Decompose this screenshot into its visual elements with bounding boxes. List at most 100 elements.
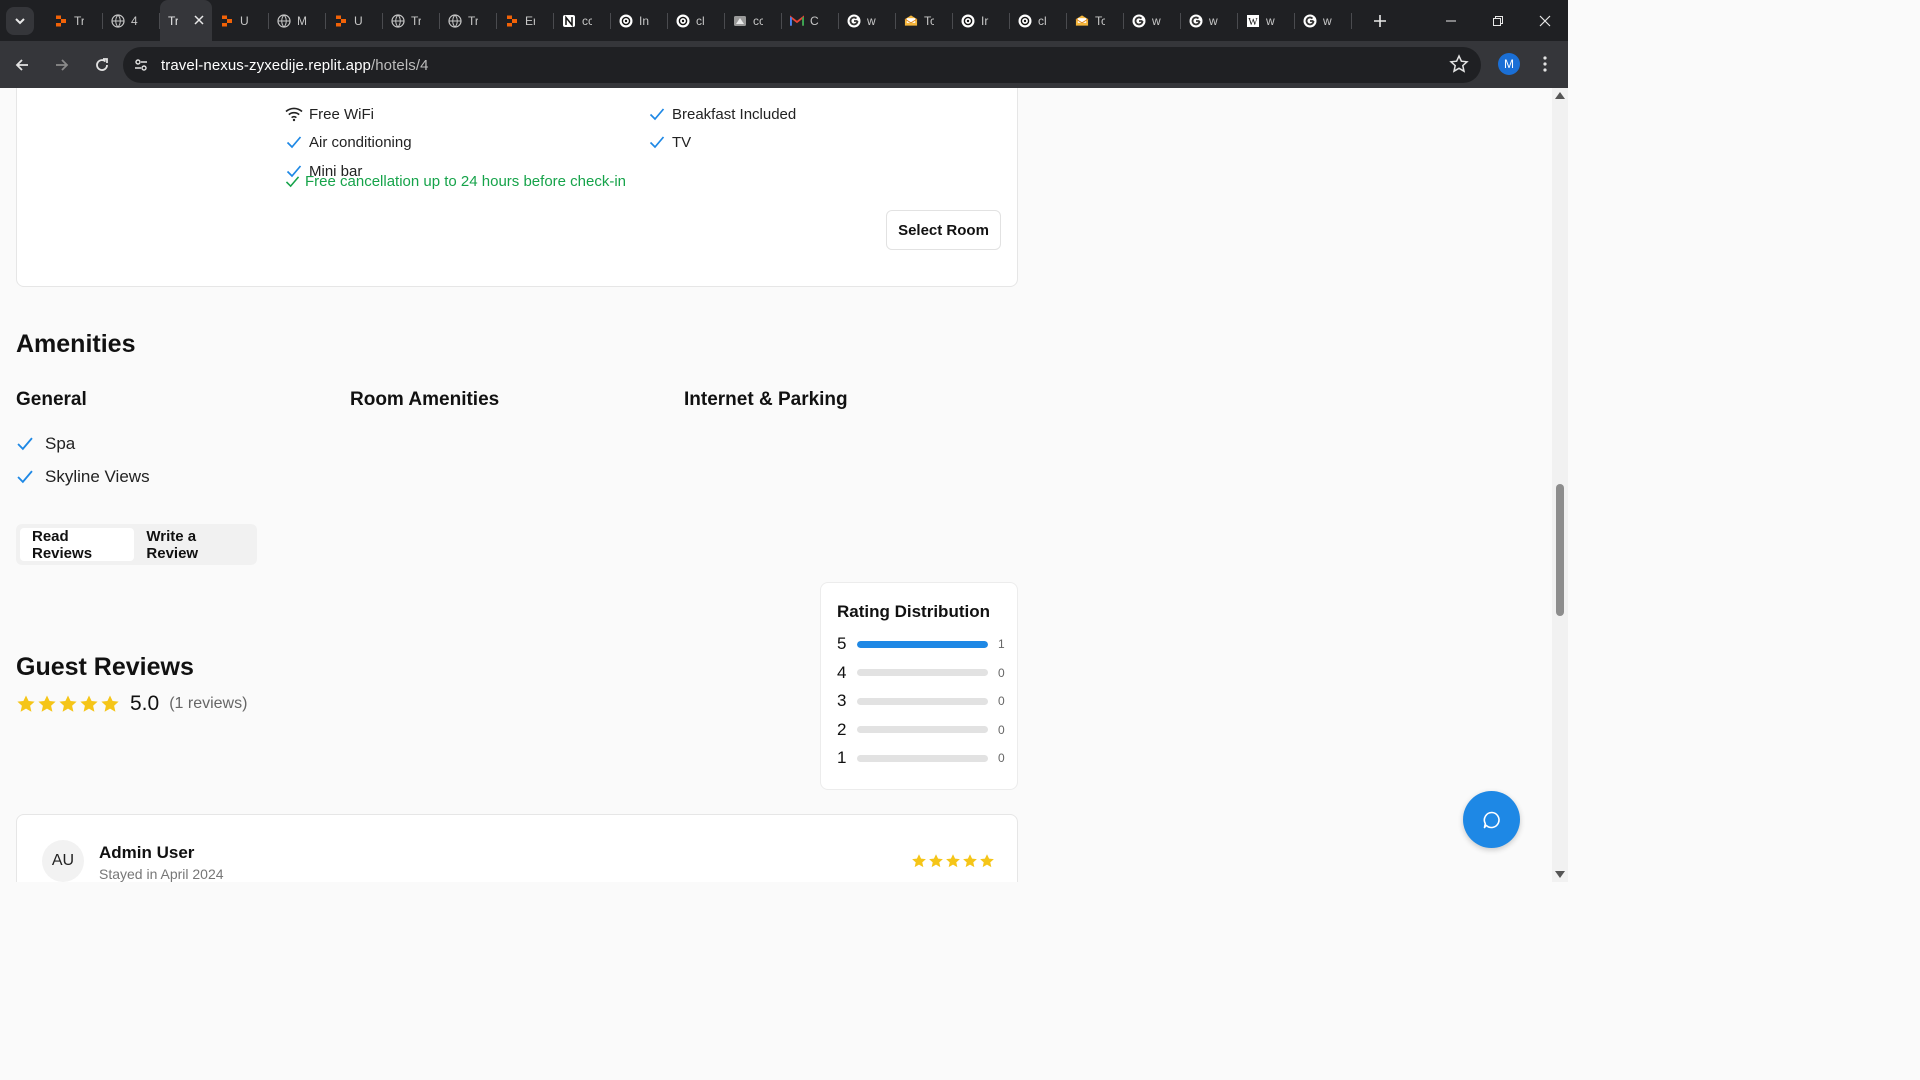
amenity-column-heading: General [16,389,87,410]
browser-tab[interactable]: M [269,0,326,41]
browser-tab[interactable]: Tc [1067,0,1124,41]
site-info-button[interactable] [127,51,155,79]
new-tab-button[interactable] [1366,7,1394,35]
globe-icon [391,13,405,28]
tab-title: M [297,13,307,28]
replit-icon [54,14,68,28]
star-icon [946,854,960,868]
tab-title: w [1152,13,1161,28]
tab-read-reviews[interactable]: Read Reviews [20,528,135,562]
page-scrollbar[interactable] [1552,88,1568,882]
browser-tab[interactable]: 4 [103,0,160,41]
browser-tab[interactable]: In [611,0,668,41]
check-icon [16,469,38,484]
url-text: travel-nexus-zyxedije.replit.app/hotels/… [161,57,429,74]
reload-button[interactable] [84,47,120,83]
openai-icon [961,14,975,28]
browser-menu-button[interactable] [1537,53,1553,75]
scroll-thumb[interactable] [1556,484,1564,616]
tab-search-button[interactable] [6,6,34,35]
check-icon [16,436,38,451]
tab-title: Tc [1095,13,1105,28]
check-icon [285,133,303,151]
reviewer-name: Admin User [99,843,195,862]
rating-row: 30 [837,691,1007,711]
openai-icon [619,14,633,28]
replit-icon [334,14,348,28]
browser-tab[interactable]: Er [497,0,554,41]
address-bar[interactable]: travel-nexus-zyxedije.replit.app/hotels/… [123,47,1481,83]
browser-tab[interactable]: Tr [440,0,497,41]
browser-tab[interactable]: cc [554,0,611,41]
scroll-down-arrow[interactable] [1555,871,1565,878]
star-icon [101,695,119,712]
star-icon [38,695,56,712]
browser-tab[interactable]: w [1181,0,1238,41]
forward-button[interactable] [44,47,80,83]
chat-button[interactable] [1463,791,1520,848]
amenity-column-room: Room Amenities [350,389,499,427]
room-feature: Free WiFi [285,105,374,123]
rating-row: 51 [837,634,1007,654]
browser-tab[interactable]: Tc [896,0,953,41]
browser-tab[interactable]: Ww [1238,0,1295,41]
browser-tab[interactable]: U [212,0,269,41]
close-window-button[interactable] [1521,0,1568,41]
tab-title: Tr [468,13,478,28]
amenity-label: Spa [45,433,76,453]
tab-write-review[interactable]: Write a Review [134,528,253,562]
amenity-column-general: General Spa Skyline Views [16,389,150,493]
tab-title: Tr [74,13,84,28]
tab-title: 4 [131,13,138,28]
select-room-button[interactable]: Select Room [886,210,1001,250]
star-icon [963,854,977,868]
arrow-right-icon [56,58,69,71]
star-outline-icon [1449,54,1469,73]
browser-tab[interactable]: Tr [46,0,103,41]
room-feature-label: TV [672,133,692,151]
browser-tab[interactable]: w [1295,0,1352,41]
plus-icon [1374,14,1386,27]
rating-row-count: 0 [998,722,1005,737]
cancellation-policy: Free cancellation up to 24 hours before … [285,173,626,190]
browser-tab[interactable]: Tr [383,0,440,41]
scroll-up-arrow[interactable] [1555,92,1565,99]
bookmark-button[interactable] [1449,54,1469,79]
tab-active[interactable]: Tr [160,0,212,41]
profile-avatar[interactable]: M [1498,53,1520,75]
check-icon [648,105,666,123]
tab-title: U [354,13,363,28]
tab-strip: Tr4TrUMUTrTrErccInclccCwTcIrclTcwwWww [0,0,1568,41]
room-feature-label: Breakfast Included [672,105,797,123]
browser-tab[interactable]: cl [1010,0,1067,41]
restore-button[interactable] [1474,0,1521,41]
amenities-heading: Amenities [16,330,136,358]
amenity-item: Spa [16,427,150,460]
tab-close-button[interactable] [194,12,204,28]
more-vert-icon [1543,56,1547,72]
rating-row-label: 1 [837,748,847,767]
tab-title: w [1266,13,1275,28]
back-button[interactable] [4,47,40,83]
browser-tab[interactable]: w [1124,0,1181,41]
replit-icon [220,14,234,28]
browser-tab[interactable]: cc [725,0,782,41]
gmail-icon [790,14,804,28]
browser-tab[interactable]: C [782,0,839,41]
tab-title: Tr [168,13,178,28]
rating-row-label: 5 [837,634,847,653]
reload-icon [96,57,108,71]
browser-tab[interactable]: w [839,0,896,41]
browser-tab[interactable]: U [326,0,383,41]
tab-title: U [240,13,249,28]
rating-row-count: 0 [998,751,1005,765]
rating-distribution-card: Rating Distribution 5140302010 [820,582,1018,790]
browser-tab[interactable]: cl [668,0,725,41]
amenity-item: Skyline Views [16,460,150,493]
mail-icon [1075,14,1089,28]
browser-tab[interactable]: Ir [953,0,1010,41]
star-icon [59,695,77,712]
minimize-button[interactable] [1427,0,1474,41]
tab-title: w [1323,13,1332,28]
tab-title: cc [753,13,763,28]
